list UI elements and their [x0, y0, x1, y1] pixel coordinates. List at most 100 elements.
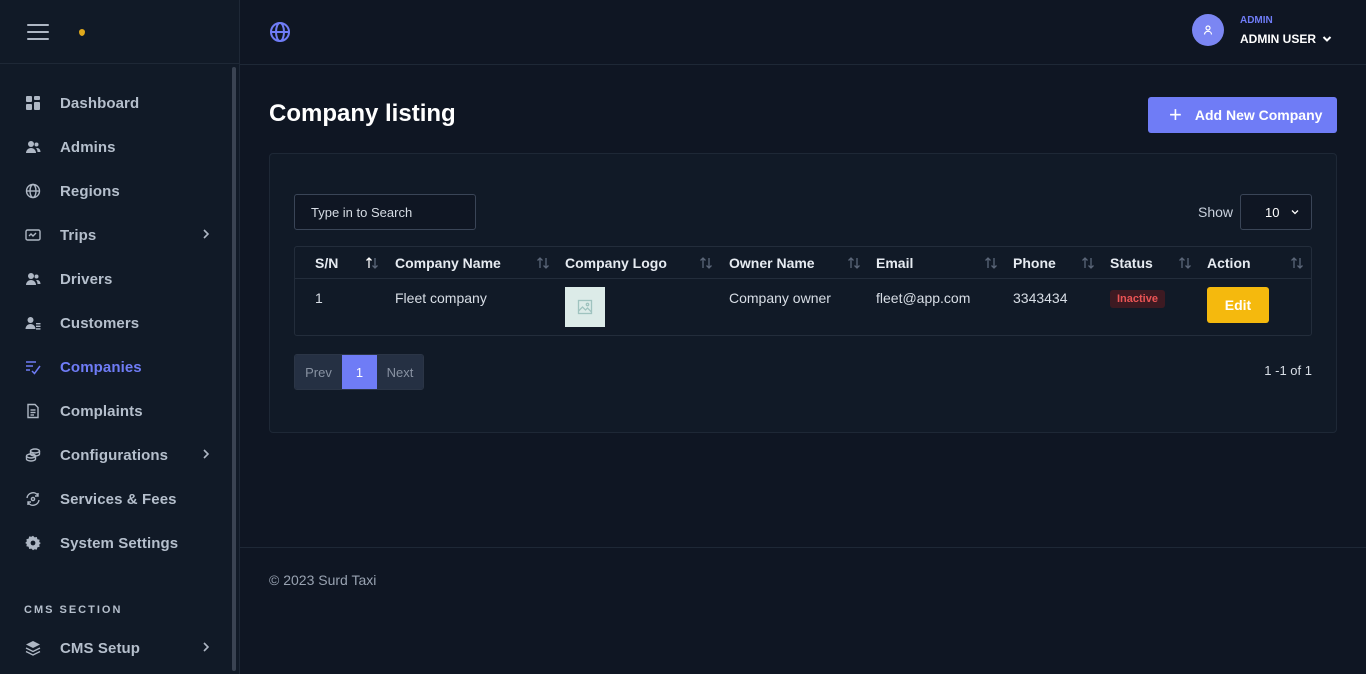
pagination-count: 1 -1 of 1 [1264, 363, 1312, 378]
sidebar-item-trips[interactable]: Trips [0, 213, 236, 257]
sidebar-header [0, 0, 239, 64]
footer: © 2023 Surd Taxi [240, 547, 1366, 674]
document-icon [24, 403, 41, 420]
show-label: Show [1198, 204, 1234, 220]
column-header-action[interactable]: Action [1207, 255, 1251, 271]
language-globe-icon[interactable] [269, 21, 291, 43]
company-listing-card: Show 10 S/N Company Name Company Logo Ow… [269, 153, 1337, 433]
chevron-down-icon [1291, 210, 1299, 215]
column-header-owner-name[interactable]: Owner Name [729, 255, 815, 271]
table-header: S/N Company Name Company Logo Owner Name… [295, 247, 1311, 279]
sidebar-item-complaints[interactable]: Complaints [0, 389, 236, 433]
chevron-right-icon [203, 229, 210, 239]
sidebar-item-label: Drivers [60, 270, 113, 288]
sidebar-item-label: System Settings [60, 534, 179, 552]
column-header-sn[interactable]: S/N [315, 255, 338, 271]
sort-icon[interactable] [1178, 256, 1192, 270]
page-size-value: 10 [1265, 204, 1280, 220]
sidebar-nav: Dashboard Admins Regions Trips Drivers C… [0, 81, 236, 565]
sidebar-item-customers[interactable]: Customers [0, 301, 236, 345]
globe-icon [24, 183, 41, 200]
sidebar-item-label: Complaints [60, 402, 143, 420]
add-new-company-button[interactable]: + Add New Company [1148, 97, 1337, 133]
brand-logo [79, 29, 85, 36]
page-1-button[interactable]: 1 [342, 355, 377, 389]
sidebar-item-companies[interactable]: Companies [0, 345, 236, 389]
company-table: S/N Company Name Company Logo Owner Name… [294, 246, 1312, 336]
users-icon [24, 139, 41, 156]
add-button-label: Add New Company [1194, 107, 1323, 123]
sidebar-item-label: Companies [60, 358, 142, 376]
cell-company-name: Fleet company [395, 290, 487, 306]
sidebar-item-configurations[interactable]: Configurations [0, 433, 236, 477]
user-icon [1203, 25, 1213, 35]
user-menu[interactable]: ADMIN ADMIN USER [1191, 14, 1332, 46]
table-row: 1 Fleet company Company owner fleet@app.… [295, 279, 1311, 335]
edit-button[interactable]: Edit [1207, 287, 1269, 323]
cell-owner-name: Company owner [729, 290, 831, 306]
sort-icon[interactable] [847, 256, 861, 270]
sidebar-item-label: Configurations [60, 446, 169, 464]
sort-icon[interactable] [1081, 256, 1095, 270]
user-name: ADMIN USER [1239, 31, 1316, 46]
cell-phone: 3343434 [1013, 290, 1068, 306]
topbar: ADMIN ADMIN USER [240, 0, 1366, 65]
layers-icon [24, 640, 41, 657]
sidebar-item-label: Regions [60, 182, 120, 200]
column-header-company-logo[interactable]: Company Logo [565, 255, 667, 271]
sidebar-item-regions[interactable]: Regions [0, 169, 236, 213]
cell-sn: 1 [315, 290, 323, 306]
sidebar-item-system-settings[interactable]: System Settings [0, 521, 236, 565]
chevron-right-icon [203, 642, 210, 652]
sort-icon[interactable] [1290, 256, 1304, 270]
exchange-icon [24, 491, 41, 508]
sidebar-item-services-fees[interactable]: Services & Fees [0, 477, 236, 521]
coins-icon [24, 447, 41, 464]
sidebar-item-label: Customers [60, 314, 140, 332]
dashboard-icon [24, 95, 41, 112]
gear-icon [24, 535, 41, 552]
avatar [1191, 14, 1224, 46]
companies-icon [24, 359, 41, 376]
sidebar-item-dashboard[interactable]: Dashboard [0, 81, 236, 125]
page-size-select[interactable]: 10 [1240, 194, 1312, 230]
pagination: Prev 1 Next [294, 354, 424, 390]
cell-email: fleet@app.com [876, 290, 971, 306]
sort-icon[interactable] [536, 256, 550, 270]
image-placeholder-icon [577, 299, 593, 315]
sidebar-item-label: Services & Fees [60, 490, 177, 508]
sidebar-item-label: Dashboard [60, 94, 140, 112]
menu-toggle-icon[interactable] [27, 23, 49, 40]
customers-icon [24, 315, 41, 332]
copyright-text: © 2023 Surd Taxi [269, 572, 377, 588]
column-header-status[interactable]: Status [1110, 255, 1153, 271]
sidebar-item-admins[interactable]: Admins [0, 125, 236, 169]
sidebar-scrollbar[interactable] [232, 67, 236, 671]
next-page-button[interactable]: Next [377, 355, 423, 389]
user-name-row: ADMIN USER [1240, 32, 1332, 46]
trips-icon [24, 227, 41, 244]
column-header-email[interactable]: Email [876, 255, 913, 271]
chevron-right-icon [203, 449, 210, 459]
column-header-phone[interactable]: Phone [1013, 255, 1056, 271]
page-title: Company listing [269, 100, 456, 127]
status-badge: Inactive [1110, 290, 1165, 308]
cms-section-title: CMS SECTION [24, 604, 123, 616]
column-header-company-name[interactable]: Company Name [395, 255, 501, 271]
plus-icon: + [1169, 102, 1182, 127]
chevron-down-icon [1322, 35, 1332, 42]
sort-icon[interactable] [699, 256, 713, 270]
sidebar-item-label: CMS Setup [60, 639, 141, 657]
user-role: ADMIN [1239, 14, 1273, 26]
sidebar: Dashboard Admins Regions Trips Drivers C… [0, 0, 240, 674]
prev-page-button[interactable]: Prev [295, 355, 342, 389]
sidebar-item-label: Admins [60, 138, 116, 156]
company-logo-thumbnail [565, 287, 605, 327]
sidebar-item-drivers[interactable]: Drivers [0, 257, 236, 301]
search-input[interactable] [294, 194, 476, 230]
sidebar-item-cms-setup[interactable]: CMS Setup [0, 626, 236, 670]
sidebar-item-label: Trips [60, 226, 97, 244]
sort-asc-icon[interactable] [365, 256, 379, 270]
sort-icon[interactable] [984, 256, 998, 270]
users-icon [24, 271, 41, 288]
